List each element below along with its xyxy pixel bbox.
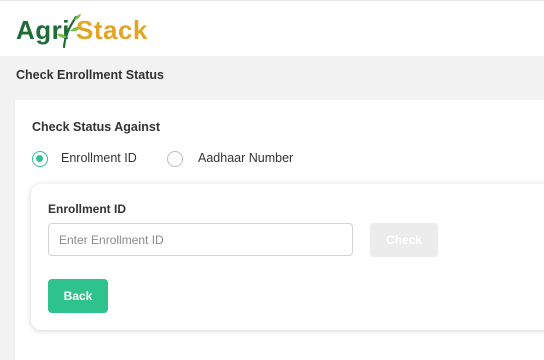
status-form-card: Check Status Against Enrollment ID Aadha…	[15, 100, 544, 360]
radio-aadhaar-number[interactable]	[167, 151, 183, 167]
radio-label-aadhaar-number[interactable]: Aadhaar Number	[198, 151, 293, 165]
check-button[interactable]: Check	[370, 223, 438, 257]
enrollment-id-label: Enrollment ID	[48, 202, 127, 216]
header-bar: Agri Stack	[0, 0, 544, 56]
radio-enrollment-id[interactable]	[32, 151, 48, 167]
radio-label-enrollment-id[interactable]: Enrollment ID	[61, 151, 137, 165]
check-status-against-label: Check Status Against	[32, 120, 161, 134]
enrollment-id-panel: Enrollment ID Check Back	[31, 184, 544, 330]
back-button[interactable]: Back	[48, 279, 108, 313]
logo-text-stack: Stack	[76, 15, 148, 45]
page-title: Check Enrollment Status	[16, 68, 164, 82]
enrollment-id-input[interactable]	[48, 223, 353, 256]
agristack-logo[interactable]: Agri Stack	[14, 9, 154, 49]
